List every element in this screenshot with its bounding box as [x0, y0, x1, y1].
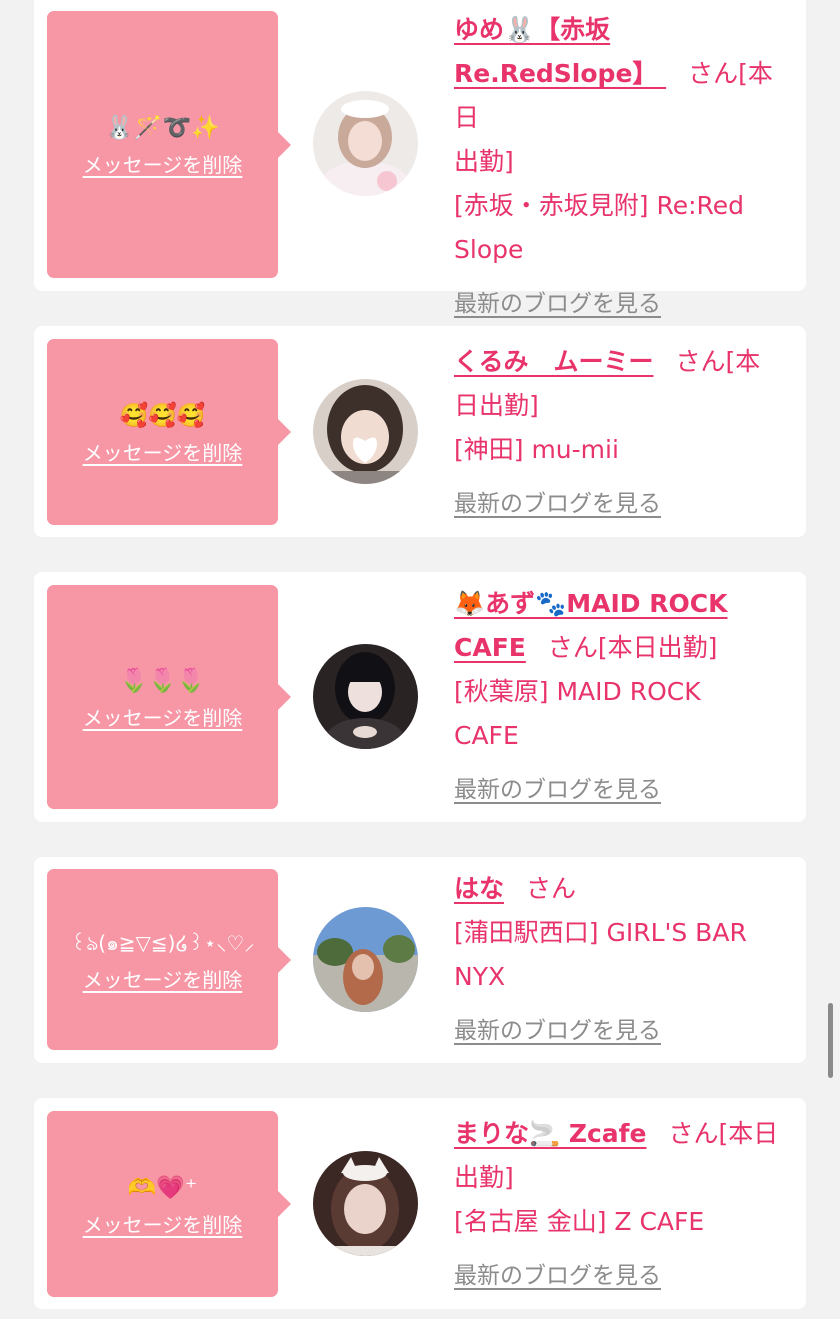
message-bubble: 🌷🌷🌷 メッセージを削除 — [47, 585, 291, 809]
girl-name-link[interactable]: ゆめ🐰【赤坂 — [454, 15, 610, 44]
message-text: 🫶💗⁺ — [127, 1174, 198, 1201]
status-text: [本日 — [718, 1119, 779, 1148]
girl-name-link[interactable]: まりな🚬 Zcafe — [454, 1119, 646, 1148]
girl-info: ゆめ🐰【赤坂 Re.RedSlope】 さん[本日 出勤] [赤坂・赤坂見附] … — [454, 8, 794, 318]
latest-blog-link[interactable]: 最新のブログを見る — [454, 1011, 661, 1045]
girl-info: はな さん [蒲田駅西口] GIRL'S BAR NYX 最新のブログを見る — [454, 867, 794, 1045]
latest-blog-link[interactable]: 最新のブログを見る — [454, 770, 661, 804]
delete-message-button[interactable]: メッセージを削除 — [83, 702, 243, 731]
delete-message-button[interactable]: メッセージを削除 — [83, 1209, 243, 1238]
favorite-card: 🐰🪄➰✨ メッセージを削除 ゆめ🐰【赤坂 Re.RedSlope】 さん[本日 … — [34, 0, 806, 317]
latest-blog-link[interactable]: 最新のブログを見る — [454, 284, 661, 318]
shop-text: [秋葉原] MAID ROCK — [454, 677, 701, 706]
message-bubble: 🐰🪄➰✨ メッセージを削除 — [47, 11, 291, 278]
message-bubble: 🫶💗⁺ メッセージを削除 — [47, 1111, 291, 1297]
avatar[interactable] — [313, 379, 418, 484]
message-text: ꒰ঌ(๑≧▽≦)໒꒱⋆⸜♡⸝ — [70, 931, 255, 955]
avatar[interactable] — [313, 1151, 418, 1256]
girl-name-link[interactable]: 🦊あず🐾MAID ROCK — [454, 589, 727, 618]
status-text: [本日出勤] — [597, 633, 718, 662]
favorite-card: 🫶💗⁺ メッセージを削除 まりな🚬 Zcafe さん[本日 出勤] [名古屋 金山… — [34, 1098, 806, 1309]
honorific: さん — [526, 874, 577, 903]
shop-text: Slope — [454, 235, 524, 264]
girl-name-link[interactable]: はな — [454, 874, 504, 903]
avatar[interactable] — [313, 644, 418, 749]
status-text: 日出勤] — [454, 391, 539, 420]
girl-info: まりな🚬 Zcafe さん[本日 出勤] [名古屋 金山] Z CAFE 最新のブ… — [454, 1112, 794, 1290]
girl-info: くるみ ムーミー さん[本 日出勤] [神田] mu-mii 最新のブログを見る — [454, 340, 794, 518]
honorific: さん — [675, 347, 726, 376]
latest-blog-link[interactable]: 最新のブログを見る — [454, 484, 661, 518]
favorite-card: 🌷🌷🌷 メッセージを削除 🦊あず🐾MAID ROCK CAFE さん[本日出勤] … — [34, 572, 806, 822]
status-text: 出勤] — [454, 147, 514, 176]
status-text: [本 — [725, 347, 761, 376]
latest-blog-link[interactable]: 最新のブログを見る — [454, 1256, 661, 1290]
shop-text: [蒲田駅西口] GIRL'S BAR — [454, 918, 747, 947]
delete-message-button[interactable]: メッセージを削除 — [83, 149, 243, 178]
message-bubble: 🥰🥰🥰 メッセージを削除 — [47, 339, 291, 525]
avatar[interactable] — [313, 907, 418, 1012]
girl-info: 🦊あず🐾MAID ROCK CAFE さん[本日出勤] [秋葉原] MAID RO… — [454, 582, 794, 804]
girl-name-link[interactable]: CAFE — [454, 633, 526, 662]
avatar[interactable] — [313, 91, 418, 196]
message-bubble: ꒰ঌ(๑≧▽≦)໒꒱⋆⸜♡⸝ メッセージを削除 — [47, 869, 291, 1050]
favorite-card: 🥰🥰🥰 メッセージを削除 くるみ ムーミー さん[本 日出勤] [神田] mu-m… — [34, 326, 806, 537]
delete-message-button[interactable]: メッセージを削除 — [83, 437, 243, 466]
shop-text: [名古屋 金山] Z CAFE — [454, 1207, 705, 1236]
status-text: 出勤] — [454, 1163, 514, 1192]
favorite-card: ꒰ঌ(๑≧▽≦)໒꒱⋆⸜♡⸝ メッセージを削除 はな さん [蒲田駅西口] GIR… — [34, 857, 806, 1063]
honorific: さん — [547, 633, 598, 662]
shop-text: [神田] mu-mii — [454, 435, 619, 464]
message-text: 🐰🪄➰✨ — [105, 115, 220, 141]
shop-text: CAFE — [454, 721, 519, 750]
honorific: さん — [668, 1119, 719, 1148]
message-text: 🌷🌷🌷 — [119, 667, 206, 694]
shop-text: NYX — [454, 962, 506, 991]
shop-text: [赤坂・赤坂見附] Re:Red — [454, 191, 745, 220]
honorific: さん — [688, 59, 739, 88]
delete-message-button[interactable]: メッセージを削除 — [83, 964, 243, 993]
girl-name-link[interactable]: Re.RedSlope】 — [454, 59, 666, 88]
scrollbar[interactable] — [828, 1003, 833, 1078]
message-text: 🥰🥰🥰 — [119, 402, 206, 429]
girl-name-link[interactable]: くるみ ムーミー — [454, 347, 654, 376]
